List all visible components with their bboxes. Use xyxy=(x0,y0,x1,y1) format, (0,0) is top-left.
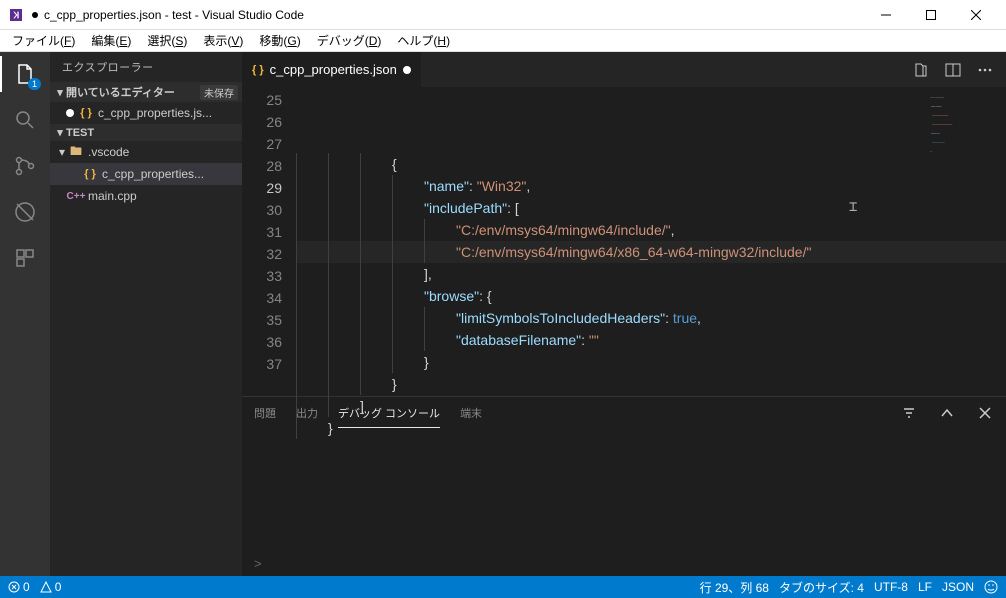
item-label: .vscode xyxy=(88,145,129,159)
debug-console-input[interactable]: > xyxy=(242,550,1006,576)
chevron-down-icon: ▾ xyxy=(54,126,66,139)
titlebar: c_cpp_properties.json - test - Visual St… xyxy=(0,0,1006,30)
menu-d[interactable]: デバッグ(D) xyxy=(309,30,390,51)
status-errors[interactable]: 0 xyxy=(8,580,30,594)
braces-icon: { } xyxy=(252,64,264,76)
open-editors-header[interactable]: ▾ 開いているエディター 未保存 xyxy=(50,82,242,102)
activity-scm[interactable] xyxy=(11,152,39,180)
window-controls xyxy=(863,1,998,29)
menu-f[interactable]: ファイル(F) xyxy=(4,30,83,51)
activitybar: 1 xyxy=(0,52,50,576)
chevron-down-icon: ▾ xyxy=(56,145,68,159)
statusbar: 0 0 行 29、列 68 タブのサイズ: 4 UTF-8 LF JSON xyxy=(0,576,1006,598)
folder-item[interactable]: ▾🖿 .vscode xyxy=(50,141,242,163)
file-item[interactable]: C++main.cpp xyxy=(50,185,242,207)
compare-changes-icon[interactable] xyxy=(912,61,930,79)
chevron-down-icon: ▾ xyxy=(54,86,66,99)
menu-e[interactable]: 編集(E) xyxy=(83,30,139,51)
modified-dot-icon xyxy=(403,66,411,74)
split-editor-icon[interactable] xyxy=(944,61,962,79)
braces-icon: { } xyxy=(80,107,92,119)
menu-g[interactable]: 移動(G) xyxy=(251,30,308,51)
activity-debug[interactable] xyxy=(11,198,39,226)
menu-h[interactable]: ヘルプ(H) xyxy=(389,30,458,51)
window-title: c_cpp_properties.json - test - Visual St… xyxy=(44,8,863,22)
status-tabsize[interactable]: タブのサイズ: 4 xyxy=(779,579,864,596)
item-label: main.cpp xyxy=(88,189,137,203)
panel-tab-0[interactable]: 問題 xyxy=(254,399,276,427)
line-gutter: 25262728293031323334353637 xyxy=(242,87,296,396)
activity-extensions[interactable] xyxy=(11,244,39,272)
activity-search[interactable] xyxy=(11,106,39,134)
menubar: ファイル(F)編集(E)選択(S)表示(V)移動(G)デバッグ(D)ヘルプ(H) xyxy=(0,30,1006,52)
smiley-icon xyxy=(984,580,998,594)
status-lang[interactable]: JSON xyxy=(942,580,974,594)
panel-body xyxy=(242,429,1006,550)
item-label: c_cpp_properties... xyxy=(102,167,204,181)
open-editor-item[interactable]: { } c_cpp_properties.js... xyxy=(50,102,242,124)
tabs: { } c_cpp_properties.json xyxy=(242,52,1006,87)
minimize-button[interactable] xyxy=(863,1,908,29)
status-feedback[interactable] xyxy=(984,580,998,594)
status-cursor[interactable]: 行 29、列 68 xyxy=(700,579,769,596)
tab-c-cpp-properties[interactable]: { } c_cpp_properties.json xyxy=(242,52,421,87)
sidebar: エクスプローラー ▾ 開いているエディター 未保存 { } c_cpp_prope… xyxy=(50,52,242,576)
code-content[interactable]: ▬▬▬▬▬▬▬ ▬▬ ▬▬▬ ▬▬▬▬▬▬▬▬ ▬▬▬▬▬▬▬▬▬▬ ▬▬▬ ▬… xyxy=(296,87,1006,396)
dirty-dot xyxy=(32,12,38,18)
main: 1 エクスプローラー ▾ 開いているエディター 未保存 { } c_cpp_pro… xyxy=(0,52,1006,576)
warning-icon xyxy=(40,581,52,593)
editor-area: { } c_cpp_properties.json 25262728293031… xyxy=(242,52,1006,576)
tab-filename: c_cpp_properties.json xyxy=(270,62,397,77)
explorer-badge: 1 xyxy=(28,78,41,90)
status-encoding[interactable]: UTF-8 xyxy=(874,580,908,594)
menu-v[interactable]: 表示(V) xyxy=(195,30,251,51)
braces-icon: { } xyxy=(84,168,96,180)
folder-icon: 🖿 xyxy=(68,142,84,163)
workspace-header[interactable]: ▾ TEST xyxy=(50,124,242,141)
unsaved-tag: 未保存 xyxy=(200,85,238,100)
status-warnings[interactable]: 0 xyxy=(40,580,62,594)
file-name: c_cpp_properties.js... xyxy=(98,106,212,120)
file-item[interactable]: { } c_cpp_properties... xyxy=(50,163,242,185)
vscode-icon xyxy=(8,7,24,23)
activity-explorer[interactable]: 1 xyxy=(11,60,39,88)
editor-body[interactable]: 25262728293031323334353637 ▬▬▬▬▬▬▬ ▬▬ ▬▬… xyxy=(242,87,1006,396)
status-eol[interactable]: LF xyxy=(918,580,932,594)
maximize-button[interactable] xyxy=(908,1,953,29)
text-cursor-icon: ⌶ xyxy=(849,199,857,215)
more-actions-icon[interactable] xyxy=(976,61,994,79)
error-icon xyxy=(8,581,20,593)
close-button[interactable] xyxy=(953,1,998,29)
menu-s[interactable]: 選択(S) xyxy=(139,30,195,51)
sidebar-title: エクスプローラー xyxy=(50,52,242,82)
cpp-icon: C++ xyxy=(67,191,86,202)
modified-dot-icon xyxy=(66,109,74,117)
tabs-actions xyxy=(912,52,1006,87)
